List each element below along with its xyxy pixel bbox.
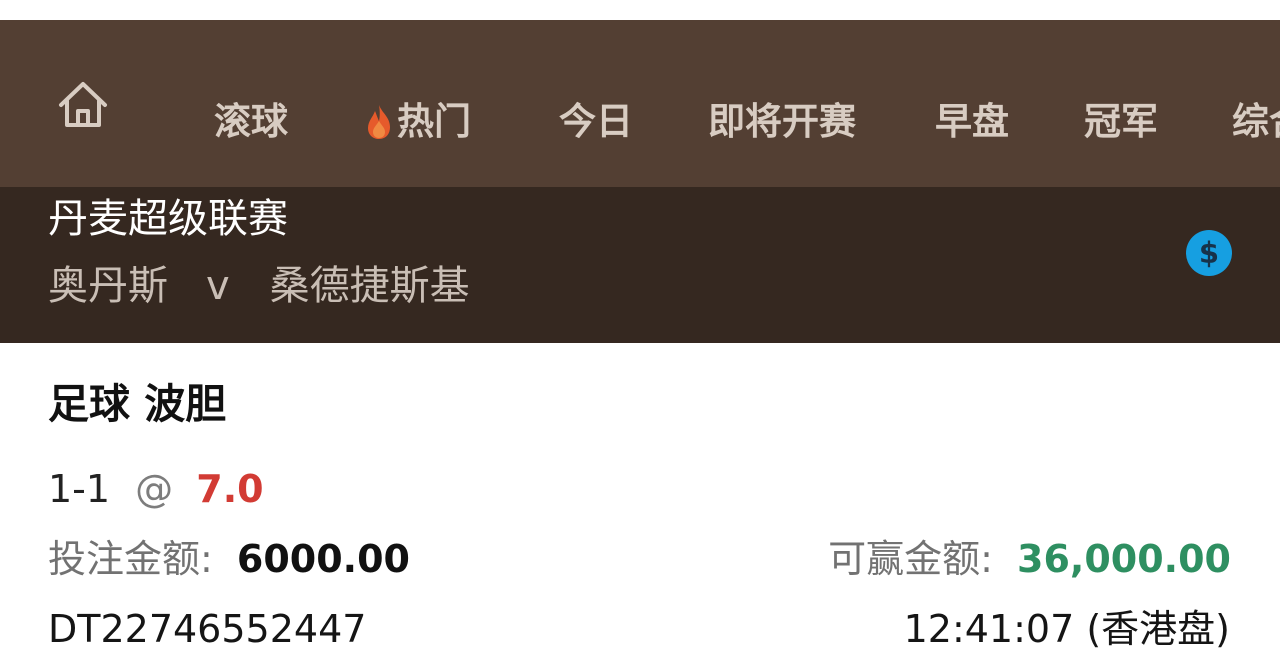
match-header: 丹麦超级联赛 奥丹斯 v 桑德捷斯基 $ — [0, 187, 1280, 343]
nav-upcoming[interactable]: 即将开赛 — [708, 101, 856, 143]
currency-symbol: $ — [1198, 236, 1220, 270]
ticket-id: DT22746552447 — [48, 607, 367, 651]
fire-icon — [368, 105, 390, 139]
potential-win-amount: 36,000.00 — [1017, 537, 1231, 581]
score-selection: 1-1 — [48, 467, 111, 511]
bet-selection: 1-1 @ 7.0 — [48, 467, 264, 511]
nav-hot-label: 热门 — [397, 100, 471, 143]
stake-row: 投注金额: 6000.00 — [48, 537, 410, 581]
bet-details: 足球 波胆 1-1 @ 7.0 投注金额: 6000.00 可赢金额: 36,0… — [0, 343, 1280, 662]
potential-win-row: 可赢金额: 36,000.00 — [828, 537, 1231, 581]
away-team: 桑德捷斯基 — [269, 263, 470, 309]
bet-market-title: 足球 波胆 — [48, 380, 227, 428]
nav-early[interactable]: 早盘 — [935, 101, 1009, 143]
league-name: 丹麦超级联赛 — [48, 196, 288, 242]
match-teams: 奥丹斯 v 桑德捷斯基 — [48, 263, 470, 309]
dollar-icon[interactable]: $ — [1186, 230, 1232, 276]
home-team: 奥丹斯 — [48, 263, 168, 309]
odds-value: 7.0 — [196, 467, 264, 511]
nav-comprehensive[interactable]: 综合 — [1232, 101, 1280, 143]
at-symbol: @ — [135, 467, 174, 511]
potential-win-label: 可赢金额: — [828, 537, 993, 581]
nav-hot[interactable]: 热门 — [364, 101, 471, 143]
top-white-strip — [0, 0, 1280, 20]
sports-navigation: 滚球 热门 今日 即将开赛 早盘 冠军 综合 — [0, 20, 1280, 187]
bet-time: 12:41:07 (香港盘) — [903, 607, 1230, 651]
stake-amount: 6000.00 — [236, 537, 410, 581]
stake-label: 投注金额: — [48, 537, 213, 581]
nav-champion[interactable]: 冠军 — [1084, 101, 1158, 143]
nav-today[interactable]: 今日 — [559, 101, 633, 143]
versus-label: v — [206, 263, 230, 309]
nav-live[interactable]: 滚球 — [214, 101, 288, 143]
home-icon[interactable] — [55, 77, 111, 133]
